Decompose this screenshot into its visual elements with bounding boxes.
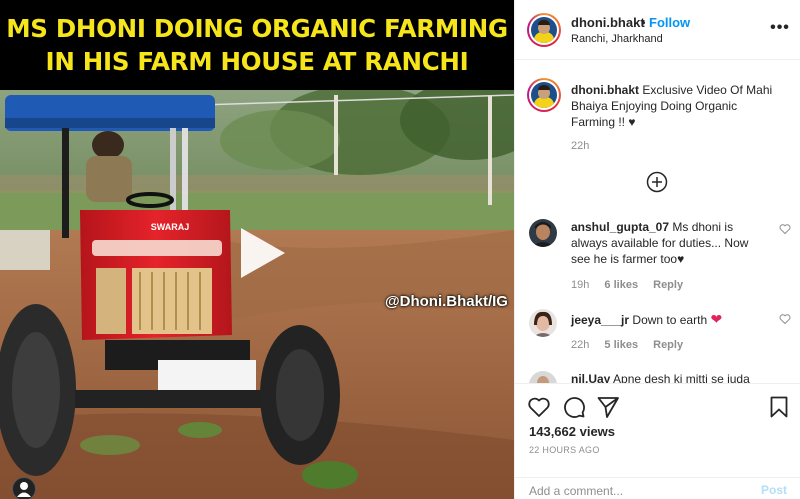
heart-emoji: ♥ <box>677 252 685 266</box>
comment-meta: 19h 6 likes Reply <box>571 279 695 291</box>
play-icon[interactable] <box>229 222 291 284</box>
post-actions: 143,662 views 22 HOURS AGO Post <box>515 383 800 499</box>
add-comment-input[interactable] <box>529 482 739 499</box>
post-video[interactable]: MS DHONI DOING ORGANIC FARMING IN HIS FA… <box>0 0 514 499</box>
author-username[interactable]: dhoni.bhakt <box>571 15 645 30</box>
tractor-badge: SWARAJ <box>151 222 190 232</box>
share-icon[interactable] <box>596 395 620 419</box>
caption-time: 22h <box>571 140 590 152</box>
comment-body: Down to earth <box>632 313 711 327</box>
comments-list[interactable]: dhoni.bhakt Exclusive Video Of Mahi Bhai… <box>515 61 800 383</box>
comment-text: nil.Uay Apne desh ki mitti se juda <box>571 371 761 383</box>
comment-time: 19h <box>571 279 590 291</box>
comment-username[interactable]: anshul_gupta_07 <box>571 220 669 234</box>
more-options-icon[interactable]: ••• <box>770 18 790 38</box>
banner-line-2: IN HIS FARM HOUSE AT RANCHI <box>45 47 469 76</box>
like-comment-icon[interactable] <box>779 313 791 325</box>
heart-icon[interactable] <box>527 395 551 419</box>
comment-text: anshul_gupta_07 Ms dhoni is always avail… <box>571 219 761 267</box>
post-timestamp[interactable]: 22 HOURS AGO <box>529 445 600 455</box>
comment-form: Post <box>515 477 800 499</box>
reply-button[interactable]: Reply <box>653 339 683 351</box>
comment-icon[interactable] <box>562 395 586 419</box>
post-header: dhoni.bhakt • Follow Ranchi, Jharkhand •… <box>515 0 800 60</box>
comment-username[interactable]: nil.Uay <box>571 372 610 383</box>
caption-username[interactable]: dhoni.bhakt <box>571 83 639 97</box>
post-comment-button[interactable]: Post <box>761 483 787 497</box>
reply-button[interactable]: Reply <box>653 279 683 291</box>
comment-body: Apne desh ki mitti se juda <box>613 372 750 383</box>
commenter-avatar[interactable] <box>529 371 557 383</box>
banner-line-1: MS DHONI DOING ORGANIC FARMING <box>6 14 508 43</box>
commenter-avatar[interactable] <box>529 219 557 247</box>
heart-emoji: ♥ <box>628 115 636 129</box>
post-location[interactable]: Ranchi, Jharkhand <box>571 33 663 45</box>
bookmark-icon[interactable] <box>767 395 791 419</box>
caption-avatar[interactable] <box>527 78 561 112</box>
comment-likes[interactable]: 5 likes <box>604 339 638 351</box>
follow-button[interactable]: Follow <box>649 15 690 30</box>
tagged-user-icon[interactable] <box>12 477 36 499</box>
comment-text: jeeya___jr Down to earth ❤ <box>571 311 761 328</box>
video-watermark: @Dhoni.Bhakt/IG <box>385 293 508 310</box>
view-count[interactable]: 143,662 views <box>529 424 615 439</box>
plus-circle-icon[interactable] <box>646 171 668 193</box>
separator-dot: • <box>641 15 646 30</box>
comment-username[interactable]: jeeya___jr <box>571 313 629 327</box>
red-heart-emoji: ❤ <box>710 311 723 327</box>
comment-likes[interactable]: 6 likes <box>604 279 638 291</box>
like-comment-icon[interactable] <box>779 223 791 235</box>
avatar[interactable] <box>527 13 561 47</box>
post-caption: dhoni.bhakt Exclusive Video Of Mahi Bhai… <box>571 82 781 130</box>
post-sidebar: dhoni.bhakt • Follow Ranchi, Jharkhand •… <box>514 0 800 499</box>
commenter-avatar[interactable] <box>529 309 557 337</box>
video-title-banner: MS DHONI DOING ORGANIC FARMING IN HIS FA… <box>0 0 514 90</box>
comment-meta: 22h 5 likes Reply <box>571 339 695 351</box>
comment-time: 22h <box>571 339 590 351</box>
